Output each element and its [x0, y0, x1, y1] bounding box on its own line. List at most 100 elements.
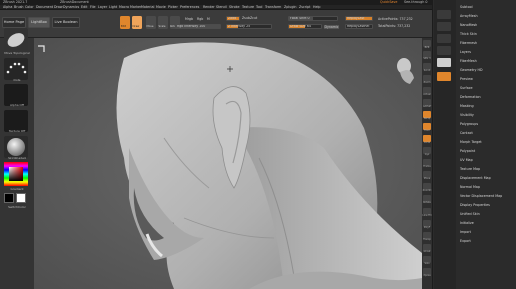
palette-item[interactable]: Layers: [460, 50, 471, 54]
m-toggle[interactable]: M: [207, 17, 210, 21]
rgb-intensity-slider[interactable]: Rgb Intensity 100: [175, 24, 221, 29]
quicksave-button[interactable]: QuickSave: [380, 0, 397, 4]
dynamic-toggle[interactable]: Dynamic: [324, 25, 340, 30]
floor-label: Floor: [424, 129, 430, 132]
palette-item[interactable]: UV Map: [460, 158, 473, 162]
ghost-label: Ghost: [423, 250, 431, 253]
lightbox-button[interactable]: LightBox: [28, 17, 50, 28]
palette-item[interactable]: Thick Skin: [460, 32, 477, 36]
palette-item[interactable]: Export: [460, 239, 471, 243]
palette-item[interactable]: Normal Map: [460, 185, 480, 189]
material-thumbnail[interactable]: [4, 136, 28, 158]
palette-item[interactable]: Polypaint: [460, 149, 475, 153]
menu-item[interactable]: Zscript: [299, 5, 310, 9]
menu-item[interactable]: Dynamics: [63, 5, 79, 9]
tool-palette: Subtool ArrayMesh NanoMesh Thick Skin Fi…: [432, 0, 516, 289]
z-intensity-slider[interactable]: Z Intensity 25: [226, 24, 272, 29]
menu-item[interactable]: Document: [36, 5, 53, 9]
brush-thumbnail[interactable]: [4, 28, 28, 50]
palette-item[interactable]: ArrayMesh: [460, 14, 478, 18]
menu-item[interactable]: Help: [313, 5, 321, 9]
zadd-toggle[interactable]: Zadd: [226, 16, 240, 21]
focal-shift-slider[interactable]: Focal Shift 0: [288, 16, 338, 21]
palette-item[interactable]: Surface: [460, 86, 473, 90]
xyz-label: Gyz: [424, 153, 430, 156]
menu-item[interactable]: Alpha: [3, 5, 12, 9]
subtool-thumbnail-icon[interactable]: [437, 58, 451, 67]
menu-item[interactable]: Brush: [14, 5, 24, 9]
total-points-readout: TotalPoints: 737,232: [378, 24, 411, 28]
menu-item[interactable]: Color: [25, 5, 34, 9]
palette-item[interactable]: Displacement Map: [460, 176, 491, 180]
scroll-label: Scroll: [423, 69, 431, 72]
draw-button[interactable]: Draw: [132, 16, 142, 29]
tool-icon[interactable]: [437, 72, 451, 81]
zsub-toggle[interactable]: Zsub: [242, 16, 250, 20]
document-title: ZBrushDocument: [60, 0, 89, 4]
brush-label: Move Topological: [4, 51, 30, 55]
replay-last-button[interactable]: ReplayLast: [345, 16, 373, 21]
menu-item[interactable]: Movie: [156, 5, 166, 9]
home-page-button[interactable]: Home Page: [2, 17, 26, 28]
menu-item[interactable]: Preferences: [180, 5, 199, 9]
palette-item[interactable]: Texture Map: [460, 167, 480, 171]
scale-button[interactable]: Scale: [158, 16, 168, 29]
palette-item[interactable]: FiberMesh: [460, 59, 477, 63]
palette-item[interactable]: Contact: [460, 131, 473, 135]
solo-label: Solo: [424, 262, 430, 265]
secondary-color-swatch[interactable]: [16, 193, 26, 203]
menu-item[interactable]: Tool: [256, 5, 262, 9]
live-boolean-button[interactable]: Live Boolean: [52, 17, 80, 28]
zcut-toggle[interactable]: Zcut: [250, 16, 257, 20]
main-color-swatch[interactable]: [4, 193, 14, 203]
palette-item[interactable]: Visibility: [460, 113, 474, 117]
mrgb-toggle[interactable]: Mrgb: [185, 17, 193, 21]
switch-color-button[interactable]: SwitchColor: [1, 206, 33, 209]
rgb-toggle[interactable]: Rgb: [197, 17, 203, 21]
alpha-label: Alpha Off: [10, 103, 24, 107]
menu-item[interactable]: Picker: [168, 5, 178, 9]
menu-item[interactable]: Material: [141, 5, 154, 9]
see-through-slider[interactable]: See-through 0: [404, 0, 427, 4]
stroke-thumbnail[interactable]: [4, 58, 28, 80]
palette-item[interactable]: Morph Target: [460, 140, 482, 144]
palette-item[interactable]: Initialize: [460, 221, 474, 225]
material-sphere-icon: [7, 138, 25, 156]
tool-icon[interactable]: [437, 22, 451, 31]
menu-item[interactable]: Edit: [81, 5, 87, 9]
edit-button[interactable]: Edit: [120, 16, 130, 29]
color-picker[interactable]: [4, 162, 28, 186]
texture-label: Texture Off: [8, 129, 26, 133]
canvas-viewport[interactable]: [34, 38, 422, 289]
menu-item[interactable]: Zplugin: [284, 5, 296, 9]
palette-item[interactable]: Subtool: [460, 5, 473, 9]
menu-item[interactable]: Render: [203, 5, 215, 9]
menu-item[interactable]: Light: [109, 5, 117, 9]
move-button[interactable]: Move: [146, 16, 156, 29]
menu-item[interactable]: Marker: [130, 5, 141, 9]
palette-item[interactable]: Geometry HD: [460, 68, 483, 72]
palette-item[interactable]: Masking: [460, 104, 474, 108]
menu-item[interactable]: Transform: [265, 5, 281, 9]
replay-last-rel-button[interactable]: ReplayLastRel: [345, 24, 373, 29]
palette-item[interactable]: Display Properties: [460, 203, 490, 207]
palette-item[interactable]: Fibermesh: [460, 41, 477, 45]
draw-size-slider[interactable]: Draw Size 64: [288, 24, 322, 29]
palette-item[interactable]: Unified Skin: [460, 212, 480, 216]
palette-item[interactable]: Preview: [460, 77, 473, 81]
tool-icon[interactable]: [437, 34, 451, 43]
menu-item[interactable]: Draw: [54, 5, 63, 9]
palette-item[interactable]: Polygroups: [460, 122, 478, 126]
menu-item[interactable]: Texture: [242, 5, 254, 9]
tool-icon[interactable]: [437, 10, 451, 19]
palette-item[interactable]: Vector Displacement Map: [460, 194, 502, 198]
menu-item[interactable]: Stroke: [229, 5, 240, 9]
palette-item[interactable]: NanoMesh: [460, 23, 477, 27]
palette-item[interactable]: Import: [460, 230, 471, 234]
menu-item[interactable]: Stencil: [216, 5, 227, 9]
tool-icon[interactable]: [437, 46, 451, 55]
menu-item[interactable]: Layer: [98, 5, 107, 9]
menu-item[interactable]: Macro: [119, 5, 129, 9]
palette-item[interactable]: Deformation: [460, 95, 481, 99]
menu-item[interactable]: File: [90, 5, 96, 9]
